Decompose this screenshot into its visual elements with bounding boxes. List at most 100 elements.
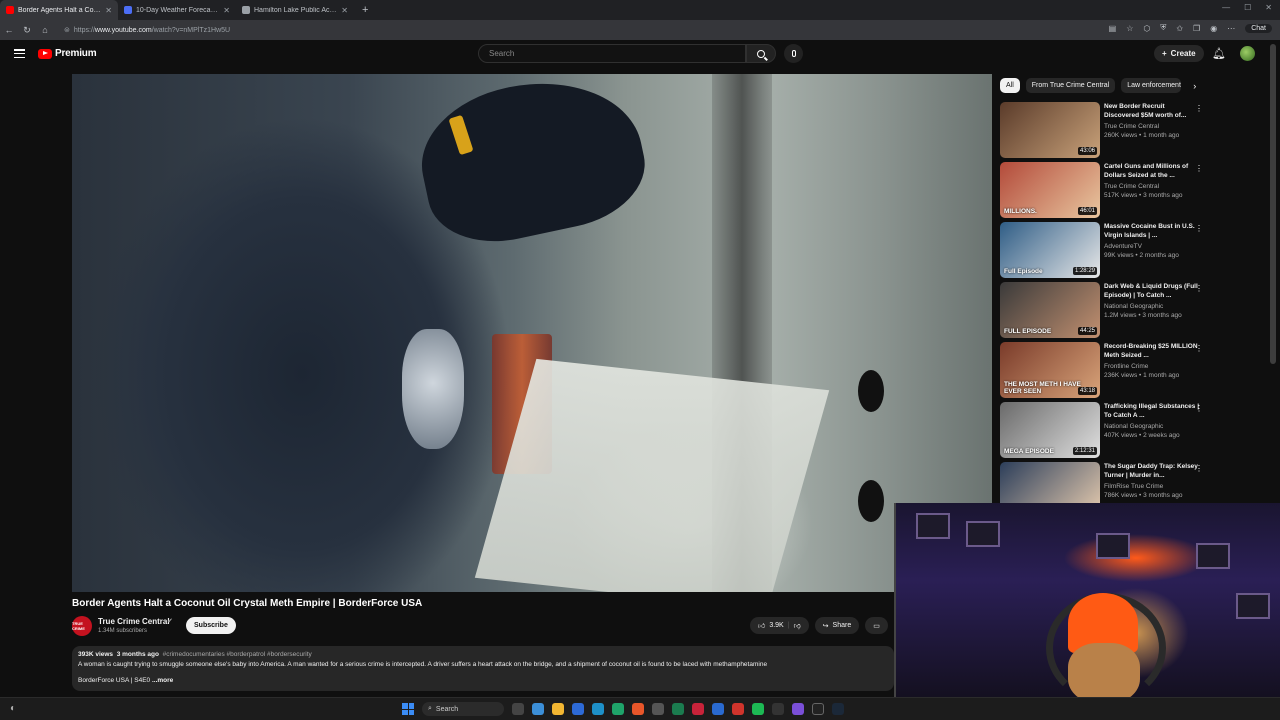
notifications-bell-icon[interactable]: 🔔︎: [1212, 47, 1226, 60]
recommendation-channel[interactable]: National Geographic: [1104, 302, 1200, 311]
task-view-icon[interactable]: [512, 703, 524, 715]
recommendation-item[interactable]: MEGA EPISODE 2:12:31 Trafficking Illegal S…: [1000, 402, 1210, 462]
minimize-icon[interactable]: —: [1222, 3, 1230, 12]
chevron-right-icon[interactable]: ›: [1193, 81, 1196, 91]
recommendation-channel[interactable]: National Geographic: [1104, 422, 1200, 431]
more-icon[interactable]: ⋯: [1227, 24, 1235, 33]
extensions-icon[interactable]: ⬡: [1143, 24, 1150, 33]
widgets-icon[interactable]: ◐: [10, 703, 16, 714]
more-options-icon[interactable]: ⋮: [1195, 344, 1203, 353]
create-button[interactable]: + Create: [1154, 45, 1204, 62]
thumbs-down-icon[interactable]: 👎︎: [794, 621, 801, 630]
more-options-icon[interactable]: ⋮: [1195, 464, 1203, 473]
shield-icon[interactable]: ⛨: [1160, 23, 1166, 33]
voice-search-button[interactable]: [784, 44, 803, 63]
more-options-icon[interactable]: ⋮: [1195, 224, 1203, 233]
more-options-icon[interactable]: ⋮: [1195, 284, 1203, 293]
steam-icon[interactable]: [832, 703, 844, 715]
star-icon[interactable]: ☆: [1126, 24, 1133, 33]
home-icon[interactable]: ⌂: [36, 25, 54, 35]
recommendation-item[interactable]: THE MOST METH I HAVE EVER SEEN 43:18 Recor…: [1000, 342, 1210, 402]
description-box[interactable]: 393K views 3 months ago #crimedocumentar…: [72, 646, 894, 691]
video-thumbnail[interactable]: MILLIONS. 46:01: [1000, 162, 1100, 218]
more-options-icon[interactable]: ⋮: [1195, 164, 1203, 173]
recommendation-item[interactable]: FULL EPISODE 44:25 Dark Web & Liquid Drugs…: [1000, 282, 1210, 342]
edge-icon[interactable]: [612, 703, 624, 715]
video-thumbnail[interactable]: 43:06: [1000, 102, 1100, 158]
like-button[interactable]: 👍︎ 3.9K | 👎︎: [750, 617, 809, 634]
new-tab-button[interactable]: +: [362, 4, 368, 16]
video-thumbnail[interactable]: THE MOST METH I HAVE EVER SEEN 43:18: [1000, 342, 1100, 398]
browser-tab[interactable]: 10-Day Weather Forecast for Fort ✕: [118, 0, 236, 20]
chip-channel[interactable]: From True Crime Central: [1025, 78, 1116, 93]
mail-icon[interactable]: [592, 703, 604, 715]
recommendation-item[interactable]: 43:06 New Border Recruit Discovered $5M w…: [1000, 102, 1210, 162]
recommendation-title[interactable]: The Sugar Daddy Trap: Kelsey Turner | Mu…: [1104, 462, 1200, 480]
save-button[interactable]: ▭: [865, 617, 888, 634]
search-input[interactable]: Search: [478, 44, 746, 63]
favorites-icon[interactable]: ✩: [1176, 24, 1183, 33]
obs-icon[interactable]: [812, 703, 824, 715]
recommendation-title[interactable]: Massive Cocaine Bust in U.S. Virgin Isla…: [1104, 222, 1200, 240]
recommendation-channel[interactable]: AdventureTV: [1104, 242, 1200, 251]
taskbar-search[interactable]: ⌕ Search: [422, 702, 504, 716]
channel-avatar[interactable]: TRUE CRIME: [72, 616, 92, 636]
account-avatar[interactable]: [1240, 46, 1255, 61]
video-thumbnail[interactable]: FULL EPISODE 44:25: [1000, 282, 1100, 338]
site-info-icon[interactable]: ⊜: [64, 26, 70, 34]
recommendation-item[interactable]: Full Episode 1:28:29 Massive Cocaine Bust …: [1000, 222, 1210, 282]
search-button[interactable]: [746, 44, 776, 63]
show-more-link[interactable]: ...more: [152, 677, 173, 684]
channel-name[interactable]: True Crime Central: [98, 617, 170, 626]
app-icon[interactable]: [712, 703, 724, 715]
browser-tab[interactable]: Border Agents Halt a Coconut Oil ✕: [0, 0, 118, 20]
back-icon[interactable]: ←: [0, 25, 18, 35]
browser-tab[interactable]: Hamilton Lake Public Access Site ✕: [236, 0, 354, 20]
app-icon[interactable]: [732, 703, 744, 715]
chip-law-enforcement[interactable]: Law enforcement: [1121, 78, 1182, 93]
url-field[interactable]: ⊜ https://www.youtube.com/watch?v=nMPlTz…: [64, 26, 230, 35]
maximize-icon[interactable]: ☐: [1244, 3, 1251, 12]
recommendation-channel[interactable]: True Crime Central: [1104, 182, 1200, 191]
share-button[interactable]: ↪ Share: [814, 617, 860, 634]
firefox-icon[interactable]: [632, 703, 644, 715]
more-options-icon[interactable]: ⋮: [1195, 404, 1203, 413]
app-icon[interactable]: [652, 703, 664, 715]
copilot-icon[interactable]: [532, 703, 544, 715]
video-thumbnail[interactable]: Full Episode 1:28:29: [1000, 222, 1100, 278]
recommendation-title[interactable]: Dark Web & Liquid Drugs (Full Episode) |…: [1104, 282, 1200, 300]
close-tab-icon[interactable]: ✕: [105, 6, 112, 15]
file-explorer-icon[interactable]: [552, 703, 564, 715]
store-icon[interactable]: [572, 703, 584, 715]
youtube-logo[interactable]: Premium: [38, 48, 97, 59]
app-icon[interactable]: [772, 703, 784, 715]
hashtags[interactable]: #crimedocumentaries #borderpatrol #borde…: [163, 651, 312, 658]
hamburger-menu-icon[interactable]: [14, 49, 25, 58]
recommendation-item[interactable]: MILLIONS. 46:01 Cartel Guns and Millions o…: [1000, 162, 1210, 222]
chat-button[interactable]: Chat: [1245, 23, 1272, 33]
recommendation-title[interactable]: Trafficking Illegal Substances | To Catc…: [1104, 402, 1200, 420]
recommendation-title[interactable]: Cartel Guns and Millions of Dollars Seiz…: [1104, 162, 1200, 180]
reload-icon[interactable]: ↻: [18, 25, 36, 36]
profile-icon[interactable]: ◉: [1210, 24, 1217, 33]
video-player[interactable]: [72, 74, 992, 592]
app-icon[interactable]: [792, 703, 804, 715]
app-icon[interactable]: [672, 703, 684, 715]
recommendation-channel[interactable]: FilmRise True Crime: [1104, 482, 1200, 491]
page-scrollbar[interactable]: [1270, 44, 1276, 364]
more-options-icon[interactable]: ⋮: [1195, 104, 1203, 113]
video-thumbnail[interactable]: MEGA EPISODE 2:12:31: [1000, 402, 1100, 458]
app-icon[interactable]: [692, 703, 704, 715]
spotify-icon[interactable]: [752, 703, 764, 715]
subscribe-button[interactable]: Subscribe: [186, 617, 236, 634]
close-tab-icon[interactable]: ✕: [223, 6, 230, 15]
recommendation-title[interactable]: New Border Recruit Discovered $5M worth …: [1104, 102, 1200, 120]
recommendation-channel[interactable]: Frontline Crime: [1104, 362, 1200, 371]
close-tab-icon[interactable]: ✕: [341, 6, 348, 15]
collections-icon[interactable]: ❐: [1193, 24, 1200, 33]
reader-icon[interactable]: ▤: [1109, 24, 1117, 33]
chip-all[interactable]: All: [1000, 78, 1020, 93]
start-icon[interactable]: [402, 703, 414, 715]
recommendation-title[interactable]: Record-Breaking $25 MILLION Meth Seized …: [1104, 342, 1200, 360]
close-window-icon[interactable]: ✕: [1265, 3, 1272, 12]
